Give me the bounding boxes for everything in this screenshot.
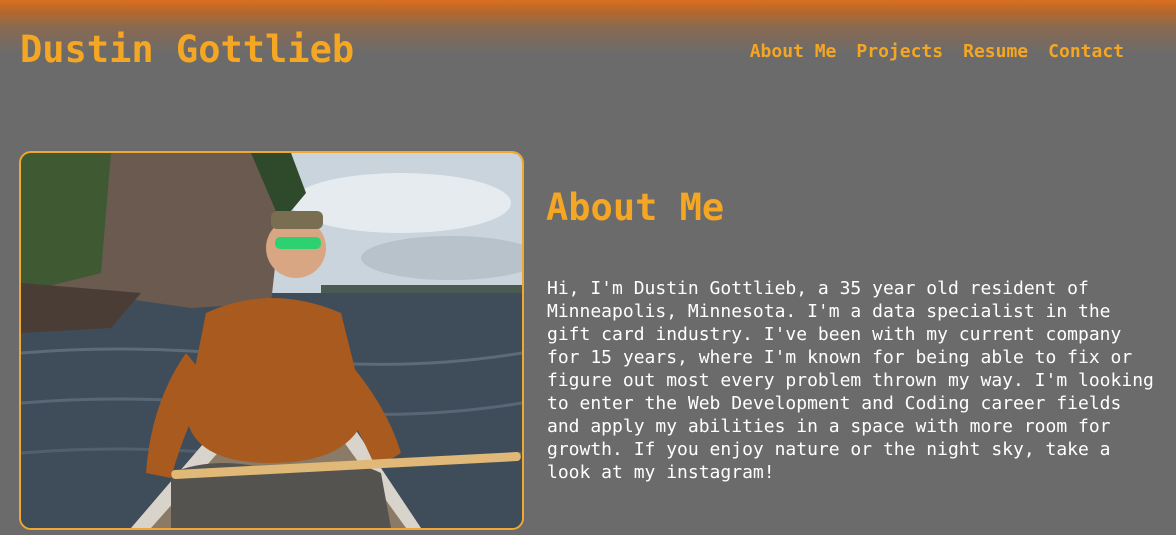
about-paragraph: Hi, I'm Dustin Gottlieb, a 35 year old r… xyxy=(547,278,1154,483)
nav-link-resume[interactable]: Resume xyxy=(963,41,1028,62)
about-heading: About Me xyxy=(546,186,725,229)
nav-link-about-me[interactable]: About Me xyxy=(750,41,837,62)
site-header: Dustin Gottlieb About Me Projects Resume… xyxy=(0,0,1176,90)
nav-link-projects[interactable]: Projects xyxy=(856,41,943,62)
site-title: Dustin Gottlieb xyxy=(20,28,355,71)
nav-link-contact[interactable]: Contact xyxy=(1048,41,1124,62)
main-nav: About Me Projects Resume Contact xyxy=(750,41,1124,62)
profile-photo xyxy=(19,151,524,530)
